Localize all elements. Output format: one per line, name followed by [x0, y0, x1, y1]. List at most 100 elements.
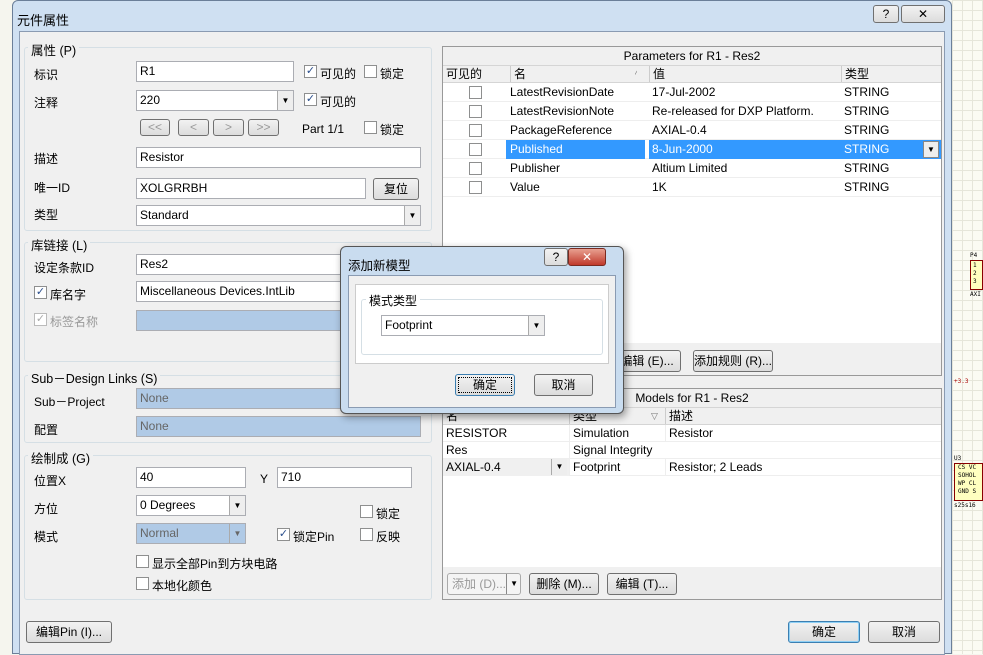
modal-ok-button[interactable]: 确定: [455, 374, 515, 396]
model-description: Resistor; 2 Leads: [665, 459, 762, 476]
help-button[interactable]: ?: [873, 5, 899, 23]
remove-model-button[interactable]: 删除 (M)...: [529, 573, 599, 595]
cancel-button[interactable]: 取消: [868, 621, 940, 643]
designator-input[interactable]: R1: [136, 61, 294, 82]
schematic-label: 1: [973, 262, 977, 269]
add-rule-button[interactable]: 添加规则 (R)...: [693, 350, 773, 372]
library-name-checkbox[interactable]: ✓: [34, 286, 47, 299]
schematic-label: 3: [973, 278, 977, 285]
location-x-input[interactable]: 40: [136, 467, 246, 488]
modal-cancel-button[interactable]: 取消: [534, 374, 593, 396]
chevron-down-icon[interactable]: ▼: [229, 524, 245, 543]
model-type-combobox[interactable]: Footprint ▼: [381, 315, 545, 336]
model-name: RESISTOR: [446, 426, 508, 440]
parameter-row[interactable]: PackageReference AXIAL-0.4 STRING: [443, 121, 941, 140]
schematic-label: AXI: [970, 291, 981, 298]
type-combobox[interactable]: Standard ▼: [136, 205, 421, 226]
schematic-label: s25s16: [954, 502, 976, 509]
location-y-label: Y: [260, 472, 269, 486]
column-header[interactable]: 值: [649, 66, 843, 82]
comment-combobox[interactable]: 220 ▼: [136, 90, 294, 111]
parameter-visible-checkbox[interactable]: [469, 181, 482, 194]
column-header[interactable]: 可见的: [446, 66, 482, 82]
parameter-name: PackageReference: [510, 123, 613, 137]
parameters-header: 可见的 名 ⁄ 值 类型: [443, 66, 941, 83]
sort-icon: ⁄: [635, 69, 637, 79]
first-part-button[interactable]: <<: [140, 119, 170, 136]
sub-design-group-label: Sub－Design Links (S): [28, 368, 161, 387]
location-y-input[interactable]: 710: [277, 467, 412, 488]
parameters-title: Parameters for R1 - Res2: [443, 47, 941, 66]
chevron-down-icon[interactable]: ▼: [551, 459, 567, 475]
add-new-model-dialog: 添加新模型 ? ✕ 模式类型 Footprint ▼ 确定 取消: [340, 246, 624, 414]
lock-label: 锁定: [376, 507, 401, 521]
graphical-lock-checkbox[interactable]: [360, 505, 373, 518]
unique-id-input[interactable]: XOLGRRBH: [136, 178, 366, 199]
models-rows: RESISTOR Simulation Resistor Res Signal I…: [443, 425, 941, 476]
parameter-visible-checkbox[interactable]: [469, 162, 482, 175]
type-value: Standard: [140, 208, 189, 222]
parameter-visible-checkbox[interactable]: [469, 86, 482, 99]
next-part-button[interactable]: >: [213, 119, 244, 136]
parameter-row[interactable]: LatestRevisionNote Re-released for DXP P…: [443, 102, 941, 121]
parameter-row[interactable]: LatestRevisionDate 17-Jul-2002 STRING: [443, 83, 941, 102]
reset-button[interactable]: 复位: [373, 178, 419, 200]
lock-label: 锁定: [380, 123, 405, 137]
chevron-down-icon[interactable]: ▼: [506, 574, 518, 594]
comment-label: 注释: [34, 96, 59, 110]
description-label: 描述: [34, 152, 59, 166]
parameter-type: STRING: [844, 104, 890, 118]
orientation-combobox[interactable]: 0 Degrees ▼: [136, 495, 246, 516]
mirror-checkbox[interactable]: [360, 528, 373, 541]
parameter-name: Value: [510, 180, 540, 194]
schematic-label: GND S: [958, 488, 977, 495]
show-all-pins-checkbox[interactable]: [136, 555, 149, 568]
ok-button[interactable]: 确定: [788, 621, 860, 643]
parameter-row[interactable]: Published 8-Jun-2000 STRING ▼: [443, 140, 941, 159]
mode-value: Normal: [140, 526, 179, 540]
model-row[interactable]: AXIAL-0.4 ▼ Footprint Resistor; 2 Leads: [443, 459, 941, 476]
chevron-down-icon[interactable]: ▼: [277, 91, 293, 110]
add-model-button[interactable]: 添加 (D)... ▼: [447, 573, 521, 595]
column-header[interactable]: 类型: [841, 66, 869, 82]
schematic-label: CS VC: [958, 464, 977, 471]
model-row[interactable]: Res Signal Integrity: [443, 442, 941, 459]
chevron-down-icon[interactable]: ▼: [404, 206, 420, 225]
column-header[interactable]: 名: [510, 66, 652, 82]
configuration-input[interactable]: None: [136, 416, 421, 437]
prev-part-button[interactable]: <: [178, 119, 209, 136]
chevron-down-icon[interactable]: ▼: [229, 496, 245, 515]
designator-visible-checkbox[interactable]: ✓: [304, 65, 317, 78]
parameter-visible-checkbox[interactable]: [469, 105, 482, 118]
parameter-visible-checkbox[interactable]: [469, 124, 482, 137]
parameter-type: STRING: [844, 85, 890, 99]
close-icon: ✕: [917, 7, 929, 21]
designator-lock-checkbox[interactable]: [364, 65, 377, 78]
model-type: Simulation: [569, 425, 665, 442]
table-name-checkbox[interactable]: ✓: [34, 313, 47, 326]
parameter-row[interactable]: Publisher Altium Limited STRING: [443, 159, 941, 178]
close-button[interactable]: ✕: [901, 5, 945, 23]
last-part-button[interactable]: >>: [248, 119, 279, 136]
modal-close-button[interactable]: ✕: [568, 248, 606, 266]
lock-pins-checkbox[interactable]: ✓: [277, 528, 290, 541]
description-input[interactable]: Resistor: [136, 147, 421, 168]
mode-combobox[interactable]: Normal ▼: [136, 523, 246, 544]
local-colors-checkbox[interactable]: [136, 577, 149, 590]
part-lock-checkbox[interactable]: [364, 121, 377, 134]
parameter-value[interactable]: 8-Jun-2000: [649, 140, 841, 159]
model-type: Footprint: [569, 459, 665, 476]
comment-visible-checkbox[interactable]: ✓: [304, 93, 317, 106]
configuration-label: 配置: [34, 423, 59, 437]
help-icon: ?: [552, 250, 560, 264]
edit-model-button[interactable]: 编辑 (T)...: [607, 573, 677, 595]
edit-pins-button[interactable]: 编辑Pin (I)...: [26, 621, 112, 643]
parameter-row[interactable]: Value 1K STRING: [443, 178, 941, 197]
modal-help-button[interactable]: ?: [544, 248, 568, 266]
models-panel: Models for R1 - Res2 名 类型 ▽ 描述 RESISTOR …: [442, 388, 942, 600]
model-row[interactable]: RESISTOR Simulation Resistor: [443, 425, 941, 442]
chevron-down-icon[interactable]: ▼: [528, 316, 544, 335]
column-header[interactable]: 描述: [665, 408, 693, 424]
parameter-visible-checkbox[interactable]: [469, 143, 482, 156]
chevron-down-icon[interactable]: ▼: [923, 141, 939, 158]
